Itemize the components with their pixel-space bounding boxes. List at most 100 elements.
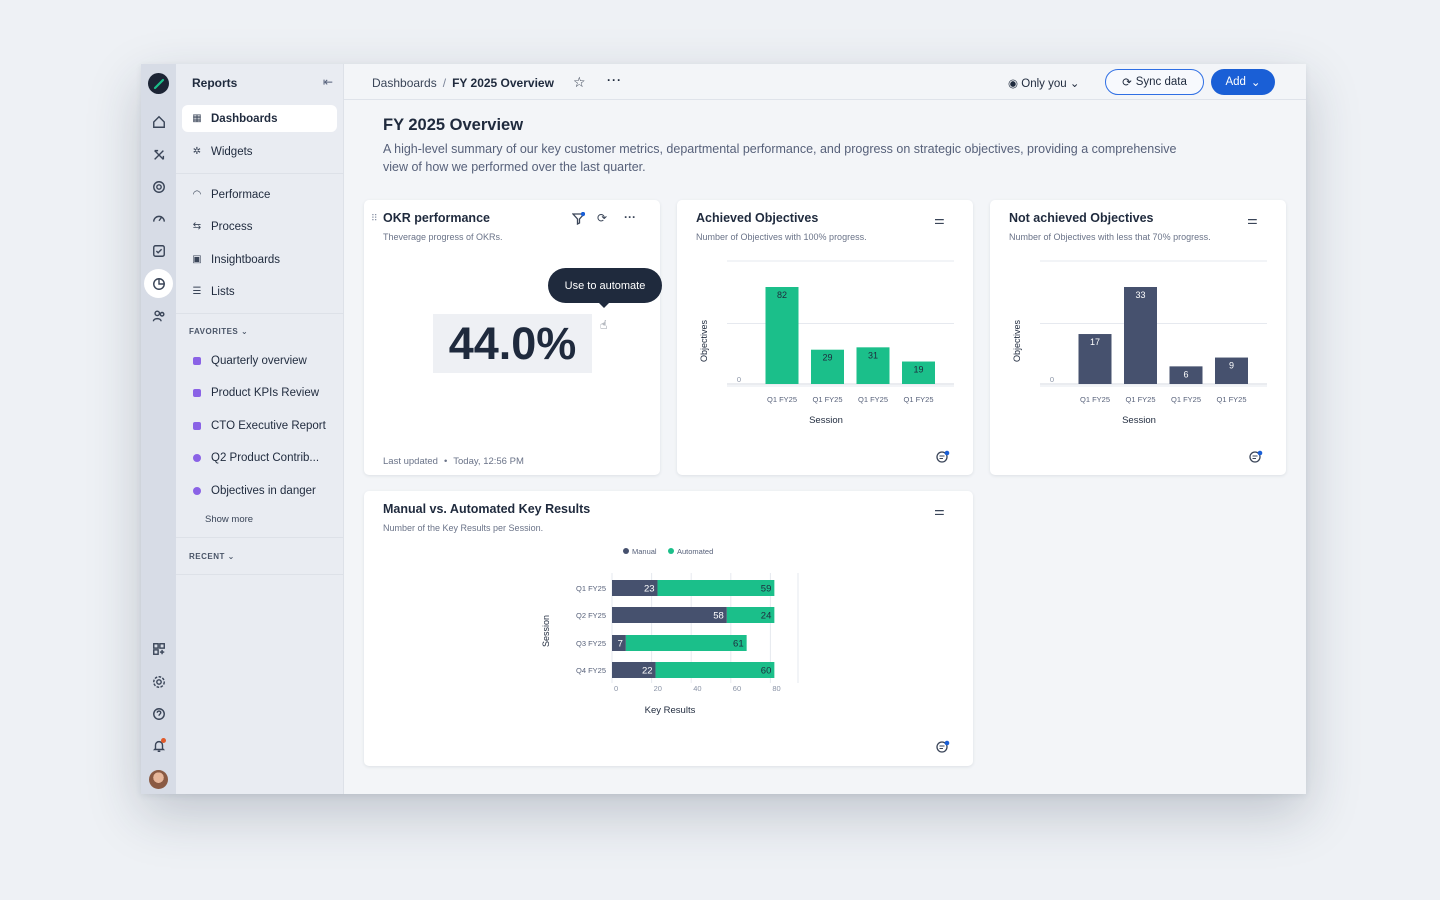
x-tick-label: Q1 FY25 bbox=[1171, 395, 1201, 404]
sidebar-item-dashboards[interactable]: ▦Dashboards bbox=[182, 105, 337, 132]
sidebar-item-widgets[interactable]: ✲Widgets bbox=[182, 138, 337, 165]
y-axis-title: Session bbox=[541, 615, 551, 647]
more-options-icon[interactable]: ··· bbox=[624, 210, 636, 224]
last-updated-value: Today, 12:56 PM bbox=[453, 456, 524, 467]
favorite-label: Q2 Product Contrib... bbox=[211, 452, 319, 464]
favorite-label: Objectives in danger bbox=[211, 485, 316, 497]
chevron-down-icon: ⌄ bbox=[228, 552, 235, 561]
recent-toggle[interactable]: RECENT ⌄ bbox=[189, 552, 235, 561]
x-tick-label: Q1 FY25 bbox=[1080, 395, 1110, 404]
favorite-label: Product KPIs Review bbox=[211, 387, 319, 399]
gauge-icon[interactable] bbox=[148, 208, 169, 229]
target-icon[interactable] bbox=[148, 176, 169, 197]
widgets-icon: ✲ bbox=[191, 146, 203, 157]
gauge-icon: ◠ bbox=[191, 189, 203, 200]
home-icon[interactable] bbox=[148, 111, 169, 132]
sidebar-divider bbox=[176, 537, 344, 538]
y-axis-title: Objectives bbox=[1012, 319, 1022, 362]
drag-handle-icon[interactable]: ⠿ bbox=[371, 213, 378, 224]
x-axis-title: Session bbox=[809, 415, 843, 426]
chevron-down-icon: ⌄ bbox=[1251, 75, 1261, 89]
manual-vs-automated-card[interactable]: Manual vs. Automated Key Results Number … bbox=[364, 491, 973, 766]
bar-value-label: 31 bbox=[868, 350, 878, 360]
not-achieved-objectives-card[interactable]: Not achieved Objectives Number of Object… bbox=[990, 200, 1286, 475]
sidebar-divider bbox=[176, 574, 344, 575]
bar-value-label: 24 bbox=[761, 611, 772, 622]
checkbox-icon[interactable] bbox=[148, 240, 169, 261]
process-icon: ⇆ bbox=[191, 221, 203, 232]
bar-value-label: 33 bbox=[1135, 290, 1145, 300]
favorites-label: FAVORITES bbox=[189, 327, 238, 336]
favorite-item[interactable]: Objectives in danger bbox=[182, 477, 337, 504]
bar-value-label: 6 bbox=[1183, 369, 1188, 379]
favorite-item[interactable]: Product KPIs Review bbox=[182, 379, 337, 406]
x-tick-label: Q1 FY25 bbox=[812, 395, 842, 404]
sidebar-item-label: Insightboards bbox=[211, 254, 280, 266]
last-updated-label: Last updated bbox=[383, 456, 438, 467]
not-achieved-objectives-chart: 017Q1 FY2533Q1 FY256Q1 FY259Q1 FY25Sessi… bbox=[990, 200, 1286, 475]
comment-icon[interactable] bbox=[936, 450, 950, 464]
app-window: Reports ⇤ ▦Dashboards ✲Widgets ◠Performa… bbox=[141, 64, 1306, 794]
x-tick-label: 40 bbox=[693, 684, 701, 693]
main-content: Dashboards/FY 2025 Overview ☆ ··· ◉ Only… bbox=[344, 64, 1306, 794]
sidebar-item-label: Process bbox=[211, 221, 253, 233]
reports-pie-icon[interactable] bbox=[144, 269, 173, 298]
sidebar-item-lists[interactable]: ☰Lists bbox=[182, 278, 337, 305]
top-bar: Dashboards/FY 2025 Overview ☆ ··· ◉ Only… bbox=[344, 64, 1306, 100]
settings-gear-icon[interactable] bbox=[148, 671, 169, 692]
connections-icon[interactable] bbox=[148, 144, 169, 165]
y-tick-label: 0 bbox=[737, 375, 741, 384]
breadcrumb: Dashboards/FY 2025 Overview bbox=[372, 76, 554, 90]
legend-label: Automated bbox=[677, 547, 713, 556]
legend-marker bbox=[623, 548, 629, 554]
apps-add-icon[interactable] bbox=[148, 638, 169, 659]
recent-label: RECENT bbox=[189, 552, 225, 561]
collapse-sidebar-icon[interactable]: ⇤ bbox=[323, 75, 333, 89]
favorite-item[interactable]: Q2 Product Contrib... bbox=[182, 444, 337, 471]
page-description: A high-level summary of our key customer… bbox=[383, 140, 1183, 176]
achieved-objectives-card[interactable]: Achieved Objectives Number of Objectives… bbox=[677, 200, 973, 475]
help-icon[interactable] bbox=[148, 703, 169, 724]
show-more-link[interactable]: Show more bbox=[205, 514, 253, 525]
sync-data-button[interactable]: ⟳Sync data bbox=[1105, 69, 1204, 95]
reports-sidebar: Reports ⇤ ▦Dashboards ✲Widgets ◠Performa… bbox=[176, 64, 344, 794]
visibility-dropdown[interactable]: ◉ Only you ⌄ bbox=[1008, 76, 1079, 90]
favorites-toggle[interactable]: FAVORITES ⌄ bbox=[189, 327, 248, 336]
bar-value-label: 60 bbox=[761, 666, 772, 677]
sidebar-item-label: Lists bbox=[211, 286, 235, 298]
sidebar-title: Reports bbox=[192, 76, 333, 90]
notifications-bell-icon[interactable] bbox=[148, 735, 169, 756]
achieved-objectives-chart: 082Q1 FY2529Q1 FY2531Q1 FY2519Q1 FY25Ses… bbox=[677, 200, 973, 475]
favorite-item[interactable]: CTO Executive Report bbox=[182, 412, 337, 439]
widget-icon bbox=[193, 487, 201, 495]
x-tick-label: Q1 FY25 bbox=[767, 395, 797, 404]
favorite-star-icon[interactable]: ☆ bbox=[573, 74, 586, 91]
user-avatar[interactable] bbox=[149, 770, 168, 789]
favorite-label: CTO Executive Report bbox=[211, 420, 326, 432]
refresh-icon[interactable]: ⟳ bbox=[597, 211, 607, 225]
filter-icon[interactable] bbox=[572, 212, 585, 228]
okr-performance-card[interactable]: ⠿ OKR performance Theverage progress of … bbox=[364, 200, 660, 475]
sidebar-item-process[interactable]: ⇆ Process bbox=[182, 213, 337, 240]
add-button[interactable]: Add⌄ bbox=[1211, 69, 1275, 95]
sidebar-item-insightboards[interactable]: ▣Insightboards bbox=[182, 246, 337, 273]
bar-value-label: 23 bbox=[644, 584, 655, 595]
favorite-item[interactable]: Quarterly overview bbox=[182, 347, 337, 374]
comment-icon[interactable] bbox=[936, 740, 950, 754]
dashboard-icon bbox=[193, 389, 201, 397]
sidebar-divider bbox=[176, 313, 344, 314]
more-options-icon[interactable]: ··· bbox=[607, 73, 622, 87]
bar-value-label: 17 bbox=[1090, 337, 1100, 347]
people-icon[interactable] bbox=[148, 305, 169, 326]
bar-value-label: 61 bbox=[733, 639, 744, 650]
comment-icon[interactable] bbox=[1249, 450, 1263, 464]
grid-icon: ▦ bbox=[191, 113, 203, 124]
automate-cursor-icon[interactable]: ☝ bbox=[600, 318, 607, 332]
sidebar-item-performace[interactable]: ◠Performace bbox=[182, 181, 337, 208]
app-logo[interactable] bbox=[148, 73, 169, 94]
favorite-label: Quarterly overview bbox=[211, 355, 307, 367]
card-title: OKR performance bbox=[383, 211, 490, 225]
bar-value-label: 58 bbox=[713, 611, 724, 622]
breadcrumb-dashboards[interactable]: Dashboards bbox=[372, 76, 437, 90]
refresh-icon: ⟳ bbox=[1122, 75, 1132, 89]
